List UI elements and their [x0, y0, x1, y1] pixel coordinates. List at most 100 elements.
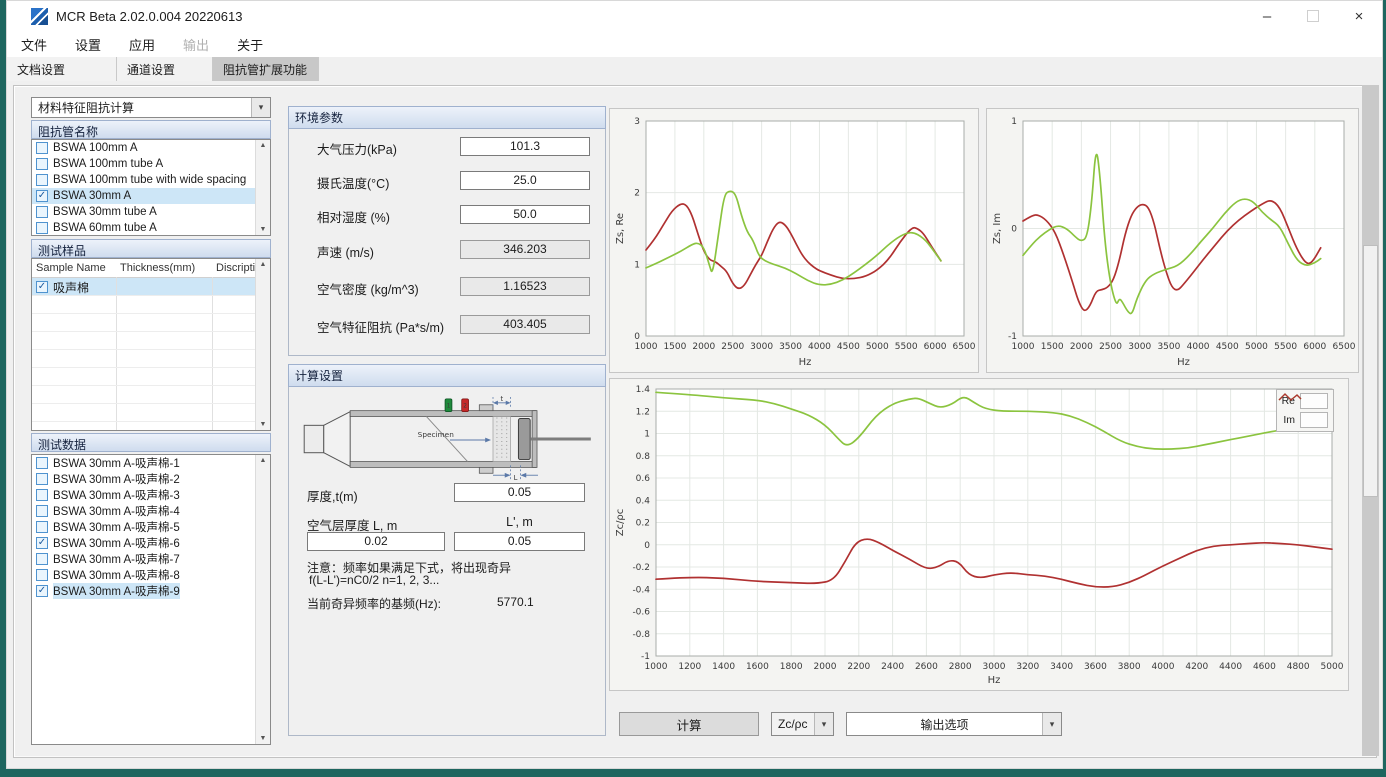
list-item[interactable]: BSWA 30mm A-吸声棉-5: [32, 519, 270, 535]
scrollbar-thumb[interactable]: [1363, 245, 1378, 497]
list-item[interactable]: BSWA 60mm tube A: [32, 220, 270, 236]
tab-strip: 文档设置通道设置阻抗管扩展功能: [7, 57, 1382, 82]
checkbox-icon[interactable]: [36, 158, 48, 170]
checkbox-icon[interactable]: ✓: [36, 537, 48, 549]
svg-text:-0.6: -0.6: [632, 608, 650, 618]
list-item[interactable]: ✓BSWA 30mm A-吸声棉-9: [32, 583, 270, 599]
list-item[interactable]: BSWA 100mm tube A: [32, 156, 270, 172]
menu-item[interactable]: 文件: [7, 31, 61, 57]
checkbox-icon[interactable]: ✓: [36, 585, 48, 597]
minimize-button[interactable]: –: [1244, 1, 1290, 31]
app-logo-icon: [31, 8, 48, 25]
list-scrollbar[interactable]: ▲▼: [255, 455, 270, 744]
checkbox-icon[interactable]: [36, 569, 48, 581]
maximize-icon: [1307, 10, 1319, 22]
output-options-value: 输出选项: [847, 716, 1042, 733]
scroll-down-icon[interactable]: ▼: [260, 421, 267, 428]
scroll-down-icon[interactable]: ▼: [260, 735, 267, 742]
checkbox-icon[interactable]: [36, 521, 48, 533]
list-scrollbar[interactable]: ▲▼: [255, 140, 270, 235]
column-header[interactable]: Sample Name: [32, 262, 116, 274]
dimension-l-label: L: [514, 474, 518, 482]
checkbox-icon[interactable]: [36, 206, 48, 218]
list-scrollbar[interactable]: ▲▼: [255, 259, 270, 430]
checkbox-icon[interactable]: [36, 505, 48, 517]
list-item[interactable]: ✓BSWA 30mm A-吸声棉-6: [32, 535, 270, 551]
checkbox-icon[interactable]: [36, 457, 48, 469]
svg-text:0.6: 0.6: [636, 474, 651, 484]
thickness-input[interactable]: 0.05: [454, 483, 585, 502]
thickness-label: 厚度,t(m): [307, 486, 358, 505]
scroll-up-icon[interactable]: ▲: [260, 142, 267, 149]
list-item[interactable]: BSWA 100mm A: [32, 140, 270, 156]
checkbox-icon[interactable]: [36, 174, 48, 186]
svg-text:-0.4: -0.4: [632, 585, 650, 595]
svg-text:1000: 1000: [1012, 342, 1035, 352]
window-controls: – ×: [1244, 1, 1382, 31]
env-field-input: 1.16523: [460, 277, 590, 296]
scroll-up-icon[interactable]: ▲: [260, 261, 267, 268]
menu-item[interactable]: 关于: [223, 31, 277, 57]
window-title: MCR Beta 2.02.0.004 20220613: [56, 9, 242, 24]
list-item-label: BSWA 30mm A-吸声棉-5: [53, 519, 180, 535]
checkbox-icon[interactable]: ✓: [36, 281, 48, 293]
list-item[interactable]: BSWA 30mm A-吸声棉-8: [32, 567, 270, 583]
chevron-down-icon[interactable]: ▾: [1042, 713, 1061, 735]
list-item[interactable]: BSWA 30mm tube A: [32, 204, 270, 220]
svg-text:2500: 2500: [1099, 342, 1122, 352]
close-button[interactable]: ×: [1336, 1, 1382, 31]
list-item-label: BSWA 30mm A-吸声棉-3: [53, 487, 180, 503]
menu-item[interactable]: 设置: [61, 31, 115, 57]
chevron-down-icon[interactable]: ▾: [251, 98, 270, 117]
table-grid-line: [32, 331, 255, 332]
svg-text:Zc/ρc: Zc/ρc: [615, 509, 626, 537]
flange-bottom: [479, 467, 493, 473]
checkbox-icon[interactable]: [36, 489, 48, 501]
maximize-button: [1290, 1, 1336, 31]
air-layer-input[interactable]: 0.02: [307, 532, 445, 551]
calc-type-dropdown[interactable]: 材料特征阻抗计算 ▾: [31, 97, 271, 118]
checkbox-icon[interactable]: ✓: [36, 190, 48, 202]
list-item[interactable]: BSWA 30mm A-吸声棉-2: [32, 471, 270, 487]
output-options-dropdown[interactable]: 输出选项 ▾: [846, 712, 1062, 736]
env-field-label: 声速 (m/s): [317, 242, 374, 261]
checkbox-icon[interactable]: [36, 142, 48, 154]
checkbox-icon[interactable]: [36, 473, 48, 485]
list-item[interactable]: BSWA 30mm A-吸声棉-4: [32, 503, 270, 519]
column-header[interactable]: Discription: [212, 262, 255, 274]
flange-top: [479, 405, 493, 411]
svg-text:5500: 5500: [1274, 342, 1297, 352]
menu-item[interactable]: 应用: [115, 31, 169, 57]
list-item-label: BSWA 100mm A: [53, 142, 138, 154]
svg-text:4000: 4000: [1152, 662, 1175, 672]
calc-settings-panel: 计算设置 1 2: [288, 364, 606, 736]
list-item-label: BSWA 60mm tube A: [53, 222, 157, 234]
lprime-input[interactable]: 0.05: [454, 532, 585, 551]
quantity-dropdown[interactable]: Zc/ρc ▾: [771, 712, 834, 736]
checkbox-icon[interactable]: [36, 222, 48, 234]
table-row[interactable]: ✓吸声棉: [32, 278, 259, 296]
speaker-box: [304, 425, 324, 452]
scroll-down-icon[interactable]: ▼: [260, 226, 267, 233]
scroll-up-icon[interactable]: ▲: [260, 457, 267, 464]
env-field-input[interactable]: 101.3: [460, 137, 590, 156]
calculate-button[interactable]: 计算: [619, 712, 759, 736]
list-item[interactable]: ✓BSWA 30mm A: [32, 188, 270, 204]
list-item[interactable]: BSWA 30mm A-吸声棉-7: [32, 551, 270, 567]
column-header[interactable]: Thickness(mm): [116, 262, 212, 274]
checkbox-icon[interactable]: [36, 553, 48, 565]
env-field-input[interactable]: 50.0: [460, 205, 590, 224]
tab-item[interactable]: 通道设置: [117, 57, 213, 81]
env-field-input[interactable]: 25.0: [460, 171, 590, 190]
list-item[interactable]: BSWA 30mm A-吸声棉-1: [32, 455, 270, 471]
vertical-scrollbar[interactable]: [1362, 85, 1379, 756]
chevron-down-icon[interactable]: ▾: [814, 713, 833, 735]
svg-text:1000: 1000: [635, 342, 658, 352]
env-field-label: 相对湿度 (%): [317, 207, 390, 226]
tab-active[interactable]: 阻抗管扩展功能: [213, 57, 319, 81]
list-item-label: BSWA 30mm tube A: [53, 206, 157, 218]
tab-item[interactable]: 文档设置: [7, 57, 117, 81]
list-item[interactable]: BSWA 100mm tube with wide spacing: [32, 172, 270, 188]
list-item[interactable]: BSWA 30mm A-吸声棉-3: [32, 487, 270, 503]
calc-type-value: 材料特征阻抗计算: [32, 99, 251, 116]
